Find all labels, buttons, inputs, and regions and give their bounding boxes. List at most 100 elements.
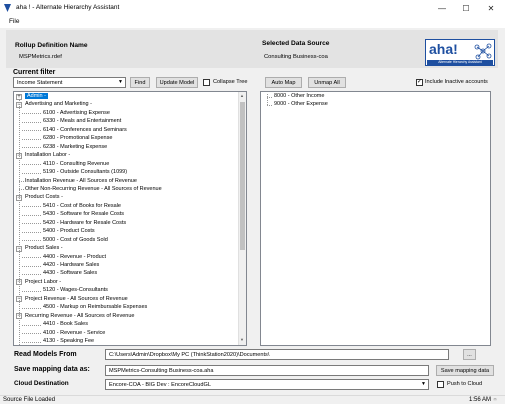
header-panel: Rollup Definition Name MSPMetrics.rdef S… (6, 30, 498, 68)
tree-item[interactable]: 4430 - Software Sales (43, 270, 97, 277)
tree-item-label: 5120 - Wages-Consultants (43, 287, 108, 294)
menu-file[interactable]: File (9, 18, 19, 25)
aha-logo: aha! Alternate Hierarchy Assistant (425, 39, 495, 66)
tree-group[interactable]: Other Non-Recurring Revenue - All Source… (25, 186, 162, 193)
cloud-destination-dropdown[interactable]: Encore-COA - BIG Dev : EncoreCloudGL ▼ (105, 379, 429, 390)
target-tree-panel[interactable]: 8000 - Other Income 9000 - Other Expense (260, 91, 491, 346)
mapped-account-item[interactable]: 9000 - Other Expense (274, 101, 328, 108)
logo-text: aha! (429, 41, 458, 57)
tree-connector (22, 324, 41, 326)
tree-item[interactable]: 4500 - Markup on Reimbursable Expenses (43, 304, 147, 311)
tree-item-label: 6330 - Meals and Entertainment (43, 118, 122, 125)
tree-connector (22, 273, 41, 275)
tree-connector (22, 121, 41, 123)
push-to-cloud-checkbox[interactable] (437, 381, 444, 388)
tree-connector (22, 172, 41, 174)
tree-item[interactable]: 5000 - Cost of Goods Sold (43, 237, 108, 244)
tree-item-label: 5420 - Hardware for Resale Costs (43, 219, 127, 226)
resize-grip-icon[interactable]: ≏ (493, 397, 497, 403)
tree-group[interactable]: Project Revenue - All Sources of Revenue (25, 296, 128, 303)
tree-item[interactable]: 5410 - Cost of Books for Resale (43, 203, 121, 210)
tree-item[interactable]: 6100 - Advertising Expense (43, 110, 110, 117)
scroll-up-icon[interactable]: ▲ (240, 93, 244, 98)
tree-item-label: Other Non-Recurring Revenue - All Source… (25, 185, 162, 192)
status-text: Source File Loaded (3, 397, 56, 403)
chevron-down-icon: ▼ (118, 79, 123, 85)
tree-group[interactable]: Installation Labor - (25, 152, 70, 159)
tree-connector (22, 265, 41, 267)
tree-item[interactable]: 6238 - Marketing Expense (43, 144, 107, 151)
cloud-destination-value: Encore-COA - BIG Dev : EncoreCloudGL (109, 381, 211, 388)
tree-item-label: 4500 - Markup on Reimbursable Expenses (43, 304, 148, 311)
tree-item[interactable]: 4400 - Revenue - Product (43, 254, 106, 261)
find-button[interactable]: Find (130, 77, 150, 88)
tree-connector (22, 240, 41, 242)
tree-group[interactable]: Recurring Revenue - All Sources of Reven… (25, 313, 134, 320)
tree-item-label: 5400 - Product Costs (43, 228, 95, 235)
tree-item-label: 5430 - Software for Resale Costs (43, 211, 125, 218)
tree-item[interactable]: 6280 - Promotional Expense (43, 135, 112, 142)
tree-connector (267, 104, 272, 106)
tree-connector (22, 333, 41, 335)
tree-item-label: 5000 - Cost of Goods Sold (43, 236, 108, 243)
collapse-tree-checkbox[interactable] (203, 79, 210, 86)
tree-item[interactable]: 4110 - Consulting Revenue (43, 161, 109, 168)
mapped-account-label: 9000 - Other Expense (274, 101, 328, 108)
tree-connector (22, 164, 41, 166)
save-mapping-label: Save mapping data as: (14, 366, 90, 373)
tree-group[interactable]: Advertising and Marketing - (25, 101, 92, 108)
tree-item[interactable]: 5190 - Outside Consultants (1099) (43, 169, 127, 176)
tree-item[interactable]: 5120 - Wages-Consultants (43, 287, 108, 294)
status-time: 1:56 AM (469, 397, 492, 403)
tree-item[interactable]: 6140 - Conferences and Seminars (43, 127, 127, 134)
tree-item[interactable]: 6330 - Meals and Entertainment (43, 118, 121, 125)
filter-dropdown[interactable]: Income Statement ▼ (13, 77, 126, 88)
tree-item-label: 4130 - Speaking Fee (43, 338, 95, 345)
tree-item-label: Installation Revenue - All Sources of Re… (25, 177, 137, 184)
tree-item-label: 5410 - Cost of Books for Resale (43, 202, 121, 209)
scroll-thumb[interactable] (240, 102, 245, 250)
scroll-down-icon[interactable]: ▼ (240, 337, 244, 342)
app-logo-icon (4, 4, 11, 12)
minimize-button[interactable]: — (431, 0, 453, 16)
tree-item[interactable]: 5400 - Product Costs (43, 228, 95, 235)
browse-button[interactable]: ... (463, 349, 476, 360)
rollup-title: Rollup Definition Name (15, 42, 88, 49)
tree-connector (22, 147, 41, 149)
tree-connector (22, 113, 41, 115)
update-model-button[interactable]: Update Model (156, 77, 198, 88)
mapped-account-item[interactable]: 8000 - Other Income (274, 93, 324, 100)
source-tree-panel[interactable]: Admin - + Advertising and Marketing - −6100… (13, 91, 247, 346)
maximize-icon: ☐ (462, 3, 470, 13)
tree-item[interactable]: 4100 - Revenue - Service (43, 330, 105, 337)
tree-group[interactable]: Installation Revenue - All Sources of Re… (25, 178, 137, 185)
tree-item[interactable]: 5430 - Software for Resale Costs (43, 211, 124, 218)
title-bar: aha ! - Alternate Hierarchy Assistant — … (0, 0, 505, 16)
include-inactive-checkbox[interactable]: ✓ (416, 79, 423, 86)
source-title: Selected Data Source (262, 40, 330, 47)
auto-map-button[interactable]: Auto Map (265, 77, 302, 88)
tree-group[interactable]: Product Sales - (25, 245, 63, 252)
read-models-label: Read Models From (14, 351, 77, 358)
tree-item[interactable]: 5420 - Hardware for Resale Costs (43, 220, 126, 227)
maximize-button[interactable]: ☐ (455, 0, 477, 16)
tree-connector (22, 214, 41, 216)
tree-item[interactable]: 4410 - Book Sales (43, 321, 88, 328)
tree-item-label: 4100 - Revenue - Service (43, 329, 106, 336)
tree-item[interactable]: 4130 - Speaking Fee (43, 338, 94, 345)
tree-item-label: 4400 - Revenue - Product (43, 253, 106, 260)
tree-group[interactable]: Project Labor - (25, 279, 61, 286)
filter-label: Current filter (13, 69, 56, 76)
save-mapping-button[interactable]: Save mapping data (436, 365, 494, 376)
tree-connector (22, 341, 41, 343)
tree-item-label: 6140 - Conferences and Seminars (43, 126, 127, 133)
tree-item-label: 6280 - Promotional Expense (43, 135, 113, 142)
tree-group[interactable]: Product Costs - (25, 194, 63, 201)
unmap-all-button[interactable]: Unmap All (308, 77, 346, 88)
tree-group[interactable]: Admin - (25, 93, 48, 100)
tree-item[interactable]: 4420 - Hardware Sales (43, 262, 99, 269)
save-mapping-input[interactable]: MSPMetrics-Consulting Business-coa.aha (105, 365, 429, 376)
close-button[interactable]: ✕ (480, 0, 502, 16)
read-models-input[interactable]: C:\Users\Admin\Dropbox\My PC (ThinkStati… (105, 349, 449, 360)
tree-scrollbar[interactable]: ▲ ▼ (238, 92, 246, 345)
